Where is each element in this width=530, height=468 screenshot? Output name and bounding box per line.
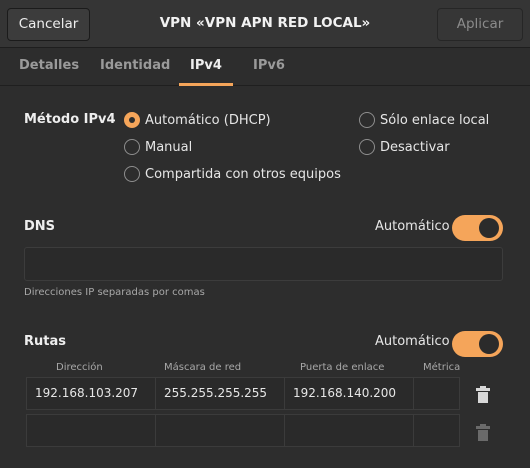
tab-ipv4[interactable]: IPv4 <box>179 48 233 86</box>
radio-label: Compartida con otros equipos <box>145 166 341 182</box>
dns-label: DNS <box>24 219 56 234</box>
radio-indicator <box>124 139 140 155</box>
routes-auto-label: Automático <box>375 334 450 349</box>
apply-button[interactable]: Aplicar <box>437 8 523 41</box>
route-netmask-input[interactable]: 255.255.255.255 <box>155 377 285 410</box>
switch-knob <box>479 218 499 238</box>
radio-automatic-dhcp[interactable]: Automático (DHCP) <box>124 110 271 130</box>
dns-hint: Direcciones IP separadas por comas <box>24 287 205 298</box>
route-address-input[interactable] <box>26 414 156 447</box>
tab-bar: Detalles Identidad IPv4 IPv6 <box>0 48 530 86</box>
radio-label: Sólo enlace local <box>380 112 490 128</box>
radio-link-local[interactable]: Sólo enlace local <box>359 110 489 130</box>
radio-indicator <box>359 112 375 128</box>
tab-ipv6[interactable]: IPv6 <box>253 48 285 86</box>
method-label: Método IPv4 <box>24 112 116 127</box>
routes-table: 192.168.103.207 255.255.255.255 192.168.… <box>26 377 460 451</box>
column-header-metric: Métrica <box>423 362 461 373</box>
switch-knob <box>479 334 499 354</box>
dns-auto-switch[interactable] <box>452 215 503 241</box>
radio-label: Automático (DHCP) <box>145 112 271 128</box>
column-header-address: Dirección <box>56 362 103 373</box>
routes-auto-switch[interactable] <box>452 331 503 357</box>
route-metric-input[interactable] <box>413 414 460 447</box>
radio-indicator-selected <box>124 112 140 128</box>
routes-label: Rutas <box>24 334 66 349</box>
route-metric-input[interactable] <box>413 377 460 410</box>
radio-label: Manual <box>145 139 193 155</box>
tab-identity[interactable]: Identidad <box>100 48 170 86</box>
column-header-netmask: Máscara de red <box>164 362 242 373</box>
route-netmask-input[interactable] <box>155 414 285 447</box>
trash-icon[interactable] <box>476 386 490 403</box>
dns-auto-label: Automático <box>375 219 450 234</box>
route-address-input[interactable]: 192.168.103.207 <box>26 377 156 410</box>
radio-indicator <box>124 166 140 182</box>
route-gateway-input[interactable]: 192.168.140.200 <box>284 377 414 410</box>
radio-indicator <box>359 139 375 155</box>
column-header-gateway: Puerta de enlace <box>300 362 385 373</box>
tab-details[interactable]: Detalles <box>19 48 79 86</box>
route-gateway-input[interactable] <box>284 414 414 447</box>
radio-shared[interactable]: Compartida con otros equipos <box>124 164 341 184</box>
radio-label: Desactivar <box>380 139 450 155</box>
radio-manual[interactable]: Manual <box>124 137 192 157</box>
trash-icon[interactable] <box>476 424 490 441</box>
dns-input[interactable] <box>24 247 503 281</box>
header-bar: Cancelar VPN «VPN APN RED LOCAL» Aplicar <box>0 0 530 48</box>
radio-disable[interactable]: Desactivar <box>359 137 450 157</box>
